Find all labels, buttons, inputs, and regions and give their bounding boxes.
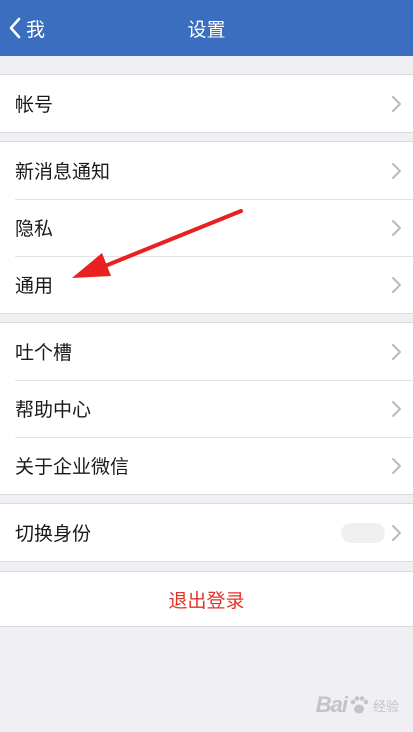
settings-item-label: 切换身份 (15, 523, 92, 545)
baidu-jingyan-watermark: Bai 经验 (316, 692, 399, 718)
logout-label: 退出登录 (168, 589, 245, 612)
settings-item-help-center[interactable]: 帮助中心 (0, 380, 413, 437)
page-title: 设置 (187, 19, 226, 41)
navigation-bar: 我 设置 (0, 0, 413, 56)
chevron-right-icon (392, 400, 401, 417)
logout-button[interactable]: 退出登录 (0, 571, 413, 627)
settings-section-identity: 切换身份 (0, 503, 413, 562)
settings-item-label: 通用 (15, 275, 54, 297)
blurred-value (341, 522, 385, 543)
settings-item-about[interactable]: 关于企业微信 (0, 437, 413, 494)
settings-item-label: 隐私 (15, 218, 54, 240)
watermark-text-b: 经验 (372, 699, 399, 714)
settings-item-label: 吐个槽 (15, 342, 73, 364)
settings-item-general[interactable]: 通用 (0, 256, 413, 313)
settings-item-notifications[interactable]: 新消息通知 (0, 142, 413, 199)
chevron-right-icon (392, 524, 401, 541)
chevron-right-icon (392, 219, 401, 236)
chevron-right-icon (392, 457, 401, 474)
chevron-right-icon (392, 276, 401, 293)
settings-item-privacy[interactable]: 隐私 (0, 199, 413, 256)
settings-item-label: 关于企业微信 (15, 456, 130, 478)
chevron-right-icon (392, 95, 401, 112)
settings-item-switch-identity[interactable]: 切换身份 (0, 504, 413, 561)
settings-section-support: 吐个槽 帮助中心 关于企业微信 (0, 322, 413, 495)
settings-item-label: 新消息通知 (15, 161, 111, 183)
paw-icon (350, 696, 369, 714)
watermark-text-a: Bai (315, 692, 348, 717)
settings-section-general: 新消息通知 隐私 通用 (0, 141, 413, 314)
settings-item-label: 帐号 (15, 94, 54, 116)
chevron-right-icon (392, 162, 401, 179)
settings-item-label: 帮助中心 (15, 399, 92, 421)
settings-item-feedback[interactable]: 吐个槽 (0, 323, 413, 380)
settings-section-account: 帐号 (0, 74, 413, 133)
settings-item-account[interactable]: 帐号 (0, 75, 413, 132)
chevron-right-icon (392, 343, 401, 360)
